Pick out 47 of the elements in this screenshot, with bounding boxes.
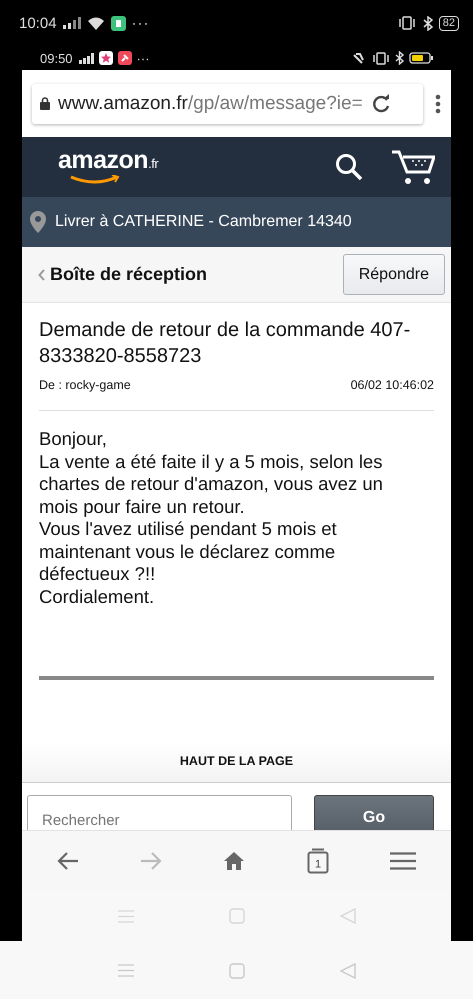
app-icon — [110, 16, 126, 30]
url-text: www.amazon.fr/gp/aw/message?ie= — [58, 92, 363, 114]
star-app-icon — [98, 51, 113, 65]
back-button-icon[interactable] — [340, 908, 356, 924]
more-icon[interactable] — [435, 94, 441, 114]
vibrate-icon — [372, 52, 390, 64]
back-arrow-icon[interactable] — [56, 852, 79, 870]
cart-icon[interactable] — [391, 149, 435, 185]
recents-icon[interactable] — [118, 910, 134, 922]
message-sender: De : rocky-game — [39, 378, 131, 392]
inbox-link[interactable]: Boîte de réception — [50, 264, 338, 285]
search-icon[interactable] — [335, 153, 363, 181]
delivery-bar[interactable]: Livrer à CATHERINE - Cambremer 14340 — [22, 197, 451, 247]
menu-icon[interactable] — [390, 852, 416, 870]
message-paragraph: Cordialement. — [39, 586, 156, 608]
reload-icon[interactable] — [370, 94, 391, 114]
location-pin-icon — [30, 211, 46, 233]
more-indicator: ··· — [136, 50, 150, 66]
message-date: 06/02 10:46:02 — [350, 378, 434, 392]
message-paragraph: Bonjour, — [39, 428, 108, 450]
go-button[interactable]: Go — [314, 795, 434, 830]
address-field[interactable]: www.amazon.fr/gp/aw/message?ie= — [32, 84, 423, 124]
home-button-icon[interactable] — [228, 908, 244, 924]
message-subject: Demande de retour de la commande 407-8333820-8558723 — [39, 318, 412, 369]
signal-icon — [78, 52, 94, 64]
home-button-icon[interactable] — [228, 962, 244, 978]
message-paragraph: Vous l'avez utilisé pendant 5 mois et maintenant vous le déclarez comme défectueux ?!! — [39, 518, 338, 586]
clock-time: 10:04 — [19, 14, 57, 32]
back-button-icon[interactable] — [340, 962, 356, 978]
battery-icon — [409, 52, 433, 64]
vibrate-icon — [396, 16, 417, 30]
message-paragraph: La vente a été faite il y a 5 mois, selon les chartes de retour d'amazon, vous avez un mois pour faire un retour. — [39, 450, 384, 518]
battery-level: 82 — [438, 16, 459, 30]
delivery-location: Livrer à CATHERINE - Cambremer 14340 — [55, 213, 352, 231]
more-indicator: ··· — [132, 14, 150, 32]
wifi-icon — [86, 16, 105, 30]
lock-icon — [40, 97, 50, 110]
chevron-left-icon[interactable] — [38, 268, 45, 280]
home-icon[interactable] — [223, 851, 246, 871]
reply-button[interactable]: Répondre — [342, 254, 445, 295]
search-field[interactable]: Rechercher — [27, 795, 292, 830]
signal-icon — [62, 17, 81, 29]
clock-time: 09:50 — [40, 50, 73, 66]
amazon-logo[interactable]: amazon.fr — [58, 146, 158, 184]
bluetooth-icon — [422, 16, 433, 30]
bluetooth-icon — [395, 51, 404, 65]
recents-icon[interactable] — [118, 964, 134, 977]
